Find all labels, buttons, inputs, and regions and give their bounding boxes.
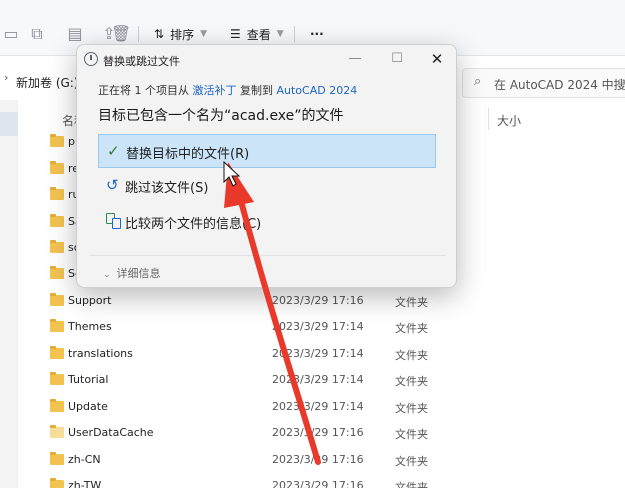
file-date: 2023/3/29 17:16 bbox=[272, 426, 364, 439]
folder-icon bbox=[50, 214, 64, 227]
chevron-down-icon: ▼ bbox=[276, 29, 284, 39]
dialog-divider bbox=[89, 255, 446, 256]
view-label: 查看 bbox=[246, 27, 271, 42]
file-name: zh-TW bbox=[68, 479, 102, 488]
folder-icon bbox=[50, 372, 64, 385]
copy-icon[interactable]: ⧉ bbox=[26, 24, 48, 44]
maximize-icon[interactable]: ☐ bbox=[377, 47, 417, 71]
file-name: Tutorial bbox=[68, 373, 109, 386]
check-icon: ✓ bbox=[107, 142, 120, 160]
file-date: 2023/3/29 17:14 bbox=[272, 320, 364, 333]
file-name: Themes bbox=[68, 320, 112, 333]
nav-selected-item[interactable] bbox=[0, 112, 18, 136]
file-name: Update bbox=[68, 400, 108, 413]
copy-info-prefix: 正在将 1 个项目从 bbox=[98, 84, 189, 97]
file-name: p bbox=[68, 135, 75, 148]
file-date: 2023/3/29 17:16 bbox=[272, 453, 364, 466]
compare-icon bbox=[106, 213, 122, 229]
folder-icon bbox=[50, 319, 64, 332]
paste-icon[interactable]: ▤ bbox=[64, 24, 86, 44]
file-type: 文件夹 bbox=[395, 375, 428, 388]
more-label: ··· bbox=[310, 27, 324, 41]
chevron-right-icon[interactable]: › bbox=[4, 71, 8, 84]
folder-icon bbox=[50, 293, 64, 306]
compare-files-label: 比较两个文件的信息(C) bbox=[125, 217, 262, 232]
search-placeholder: 在 AutoCAD 2024 中搜索 bbox=[494, 78, 625, 92]
address-path[interactable]: 新加卷 (G:) bbox=[16, 74, 79, 91]
toolbar-divider bbox=[294, 26, 295, 42]
skip-file-label: 跳过该文件(S) bbox=[125, 181, 209, 196]
view-button[interactable]: ☰ 查看 ▼ bbox=[230, 22, 284, 46]
folder-icon bbox=[50, 452, 64, 465]
file-type: 文件夹 bbox=[395, 481, 428, 488]
dialog-heading: 目标已包含一个名为“acad.exe”的文件 bbox=[98, 108, 344, 124]
folder-icon bbox=[50, 346, 64, 359]
dialog-title: 替换或跳过文件 bbox=[103, 55, 180, 68]
file-date: 2023/3/29 17:16 bbox=[272, 479, 364, 488]
folder-icon bbox=[50, 266, 64, 279]
sort-label: 排序 bbox=[170, 27, 195, 42]
file-name: UserDataCache bbox=[68, 426, 154, 439]
table-row[interactable]: zh-CN 2023/3/29 17:16 文件夹 bbox=[48, 448, 468, 472]
folder-icon bbox=[50, 134, 64, 147]
file-name: Support bbox=[68, 294, 112, 307]
file-type: 文件夹 bbox=[395, 455, 428, 468]
view-icon: ☰ bbox=[230, 27, 241, 41]
file-date: 2023/3/29 17:14 bbox=[272, 400, 364, 413]
file-type: 文件夹 bbox=[395, 296, 428, 309]
folder-icon bbox=[50, 425, 64, 438]
minimize-icon[interactable]: — bbox=[335, 47, 375, 71]
table-row[interactable]: translations 2023/3/29 17:14 文件夹 bbox=[48, 342, 468, 366]
toolbar-divider bbox=[138, 26, 139, 42]
cut-icon[interactable]: ▭ bbox=[0, 24, 22, 44]
close-icon[interactable]: ✕ bbox=[417, 47, 457, 71]
column-header-size[interactable]: 大小 bbox=[497, 112, 521, 129]
skip-icon: ↺ bbox=[106, 176, 119, 194]
sort-button[interactable]: ⇅ 排序 ▼ bbox=[154, 22, 207, 46]
chevron-down-icon: ⌄ bbox=[103, 270, 111, 280]
chevron-down-icon: ▼ bbox=[200, 29, 207, 39]
table-row[interactable]: zh-TW 2023/3/29 17:16 文件夹 bbox=[48, 474, 468, 488]
folder-icon bbox=[50, 240, 64, 253]
file-name: translations bbox=[68, 347, 133, 360]
copy-info-mid: 复制到 bbox=[240, 84, 273, 97]
table-row[interactable]: Update 2023/3/29 17:14 文件夹 bbox=[48, 395, 468, 419]
skip-file-option[interactable]: ↺ 跳过该文件(S) bbox=[98, 169, 436, 203]
table-row[interactable]: Support 2023/3/29 17:16 文件夹 bbox=[48, 289, 468, 313]
replace-file-label: 替换目标中的文件(R) bbox=[126, 147, 250, 162]
folder-icon bbox=[50, 399, 64, 412]
file-name: zh-CN bbox=[68, 453, 101, 466]
table-row[interactable]: UserDataCache 2023/3/29 17:16 文件夹 bbox=[48, 421, 468, 445]
folder-icon bbox=[50, 478, 64, 488]
delete-icon[interactable]: 🗑 bbox=[110, 24, 132, 44]
more-button[interactable]: ··· bbox=[310, 22, 324, 46]
destination-folder-link[interactable]: AutoCAD 2024 bbox=[277, 84, 358, 97]
sort-icon: ⇅ bbox=[154, 27, 165, 41]
file-date: 2023/3/29 17:14 bbox=[272, 373, 364, 386]
navigation-pane[interactable] bbox=[0, 100, 18, 488]
file-date: 2023/3/29 17:16 bbox=[272, 294, 364, 307]
details-toggle[interactable]: ⌄ 详细信息 bbox=[103, 265, 161, 281]
source-folder-link[interactable]: 激活补丁 bbox=[193, 84, 237, 97]
column-divider[interactable] bbox=[488, 108, 489, 130]
folder-icon bbox=[50, 161, 64, 174]
replace-skip-dialog: 替换或跳过文件 — ☐ ✕ 正在将 1 个项目从 激活补丁 复制到 AutoCA… bbox=[76, 44, 457, 288]
details-label: 详细信息 bbox=[116, 267, 161, 280]
file-type: 文件夹 bbox=[395, 428, 428, 441]
replace-file-option[interactable]: ✓ 替换目标中的文件(R) bbox=[98, 134, 436, 168]
file-type: 文件夹 bbox=[395, 349, 428, 362]
copy-info: 正在将 1 个项目从 激活补丁 复制到 AutoCAD 2024 bbox=[98, 82, 357, 98]
compare-files-option[interactable]: 比较两个文件的信息(C) bbox=[98, 205, 436, 239]
table-row[interactable]: Themes 2023/3/29 17:14 文件夹 bbox=[48, 315, 468, 339]
file-type: 文件夹 bbox=[395, 402, 428, 415]
search-icon: ⌕ bbox=[474, 74, 482, 89]
folder-icon bbox=[50, 187, 64, 200]
table-row[interactable]: Tutorial 2023/3/29 17:14 文件夹 bbox=[48, 368, 468, 392]
file-date: 2023/3/29 17:14 bbox=[272, 347, 364, 360]
file-type: 文件夹 bbox=[395, 322, 428, 335]
copy-progress-icon bbox=[84, 52, 98, 66]
